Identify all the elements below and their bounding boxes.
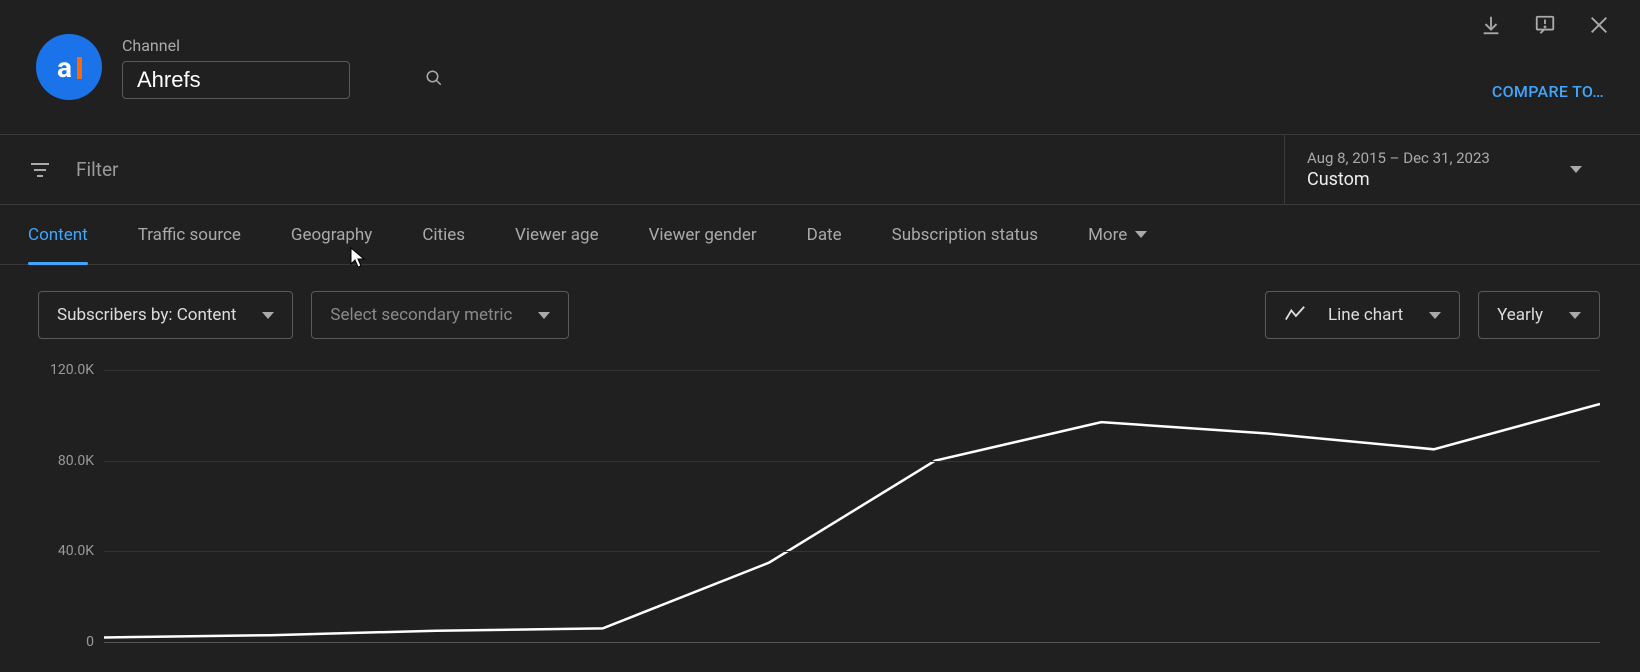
chart-line — [104, 404, 1600, 638]
download-icon[interactable] — [1480, 14, 1504, 38]
chevron-down-icon — [262, 312, 274, 319]
gridline — [104, 551, 1600, 552]
tab-date[interactable]: Date — [807, 207, 842, 263]
feedback-icon[interactable] — [1534, 14, 1558, 38]
chevron-down-icon — [1570, 166, 1582, 173]
filter-label: Filter — [76, 158, 118, 181]
secondary-metric-placeholder: Select secondary metric — [330, 305, 512, 325]
y-tick-label: 0 — [39, 634, 94, 650]
svg-text:a: a — [57, 51, 72, 84]
topbar: a Channel COMPARE TO… — [0, 0, 1640, 135]
controls-left: Subscribers by: Content Select secondary… — [38, 291, 569, 339]
dimension-tabs: Content Traffic source Geography Cities View… — [0, 205, 1640, 265]
compare-to-link[interactable]: COMPARE TO… — [1492, 82, 1604, 101]
y-tick-label: 120.0K — [39, 362, 94, 378]
primary-metric-label: Subscribers by: Content — [57, 305, 236, 325]
window-icons — [1480, 14, 1612, 38]
date-range-picker[interactable]: Aug 8, 2015 – Dec 31, 2023 Custom — [1284, 135, 1604, 204]
date-texts: Aug 8, 2015 – Dec 31, 2023 Custom — [1307, 149, 1490, 190]
search-icon[interactable] — [425, 69, 443, 91]
secondary-metric-dropdown[interactable]: Select secondary metric — [311, 291, 569, 339]
gridline — [104, 642, 1600, 643]
more-label: More — [1088, 225, 1127, 245]
chevron-down-icon — [1569, 312, 1581, 319]
date-mode-text: Custom — [1307, 169, 1490, 190]
tab-subscription-status[interactable]: Subscription status — [892, 207, 1038, 263]
top-left: a Channel — [36, 34, 350, 100]
tab-content[interactable]: Content — [28, 207, 88, 263]
channel-block: Channel — [122, 36, 350, 99]
chevron-down-icon — [1135, 231, 1147, 238]
close-icon[interactable] — [1588, 14, 1612, 38]
chart-area: 040.0K80.0K120.0K — [38, 370, 1600, 642]
chevron-down-icon — [538, 312, 550, 319]
channel-avatar[interactable]: a — [36, 34, 102, 100]
more-tab[interactable]: More — [1088, 207, 1147, 263]
channel-label: Channel — [122, 36, 350, 55]
filter-icon — [28, 158, 52, 182]
tab-traffic-source[interactable]: Traffic source — [138, 207, 241, 263]
date-range-text: Aug 8, 2015 – Dec 31, 2023 — [1307, 149, 1490, 167]
filter-date-row: Filter Aug 8, 2015 – Dec 31, 2023 Custom — [0, 135, 1640, 205]
top-right: COMPARE TO… — [1492, 34, 1604, 101]
tab-cities[interactable]: Cities — [422, 207, 465, 263]
chart-type-label: Line chart — [1328, 305, 1403, 325]
filter-button[interactable]: Filter — [28, 158, 118, 182]
controls-right: Line chart Yearly — [1265, 291, 1600, 339]
primary-metric-dropdown[interactable]: Subscribers by: Content — [38, 291, 293, 339]
y-tick-label: 40.0K — [39, 543, 94, 559]
tab-geography[interactable]: Geography — [291, 207, 372, 263]
tab-viewer-age[interactable]: Viewer age — [515, 207, 599, 263]
line-chart-icon — [1284, 304, 1306, 326]
chart-controls: Subscribers by: Content Select secondary… — [0, 275, 1640, 355]
chart-type-dropdown[interactable]: Line chart — [1265, 291, 1460, 339]
channel-search[interactable] — [122, 61, 350, 99]
chevron-down-icon — [1429, 312, 1441, 319]
y-tick-label: 80.0K — [39, 453, 94, 469]
channel-search-input[interactable] — [137, 67, 425, 93]
granularity-dropdown[interactable]: Yearly — [1478, 291, 1600, 339]
gridline — [104, 370, 1600, 371]
chart-svg — [104, 370, 1600, 642]
tab-viewer-gender[interactable]: Viewer gender — [649, 207, 757, 263]
ahrefs-logo-icon: a — [49, 47, 89, 87]
gridline — [104, 461, 1600, 462]
granularity-label: Yearly — [1497, 305, 1543, 325]
